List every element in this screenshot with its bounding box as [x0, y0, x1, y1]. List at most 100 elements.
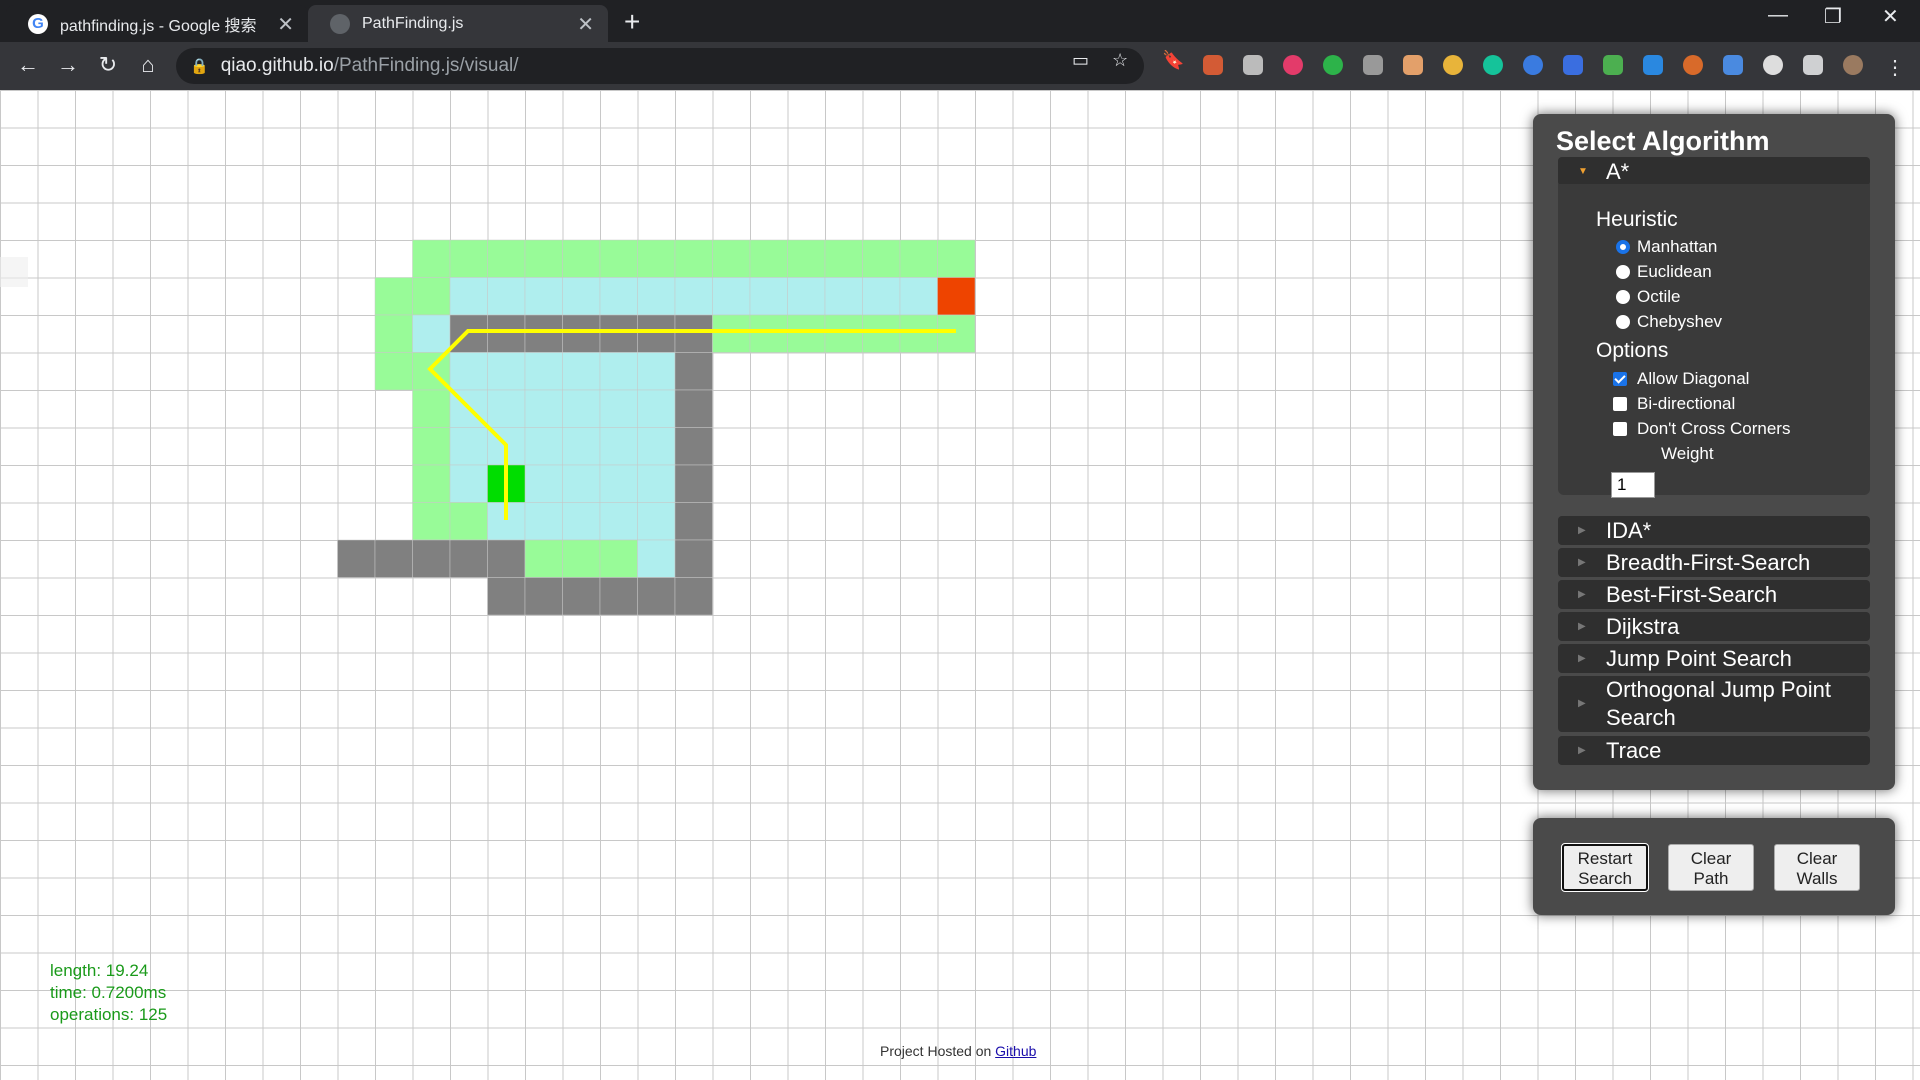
- forward-icon[interactable]: →: [54, 52, 82, 78]
- tab-pathfinding[interactable]: PathFinding.js ✕: [308, 5, 608, 42]
- algorithm-jps-header[interactable]: ▶ Jump Point Search: [1558, 644, 1870, 673]
- lock-icon[interactable]: 🔒: [190, 57, 209, 75]
- button-label: Walls: [1796, 868, 1838, 888]
- algorithm-best-first-header[interactable]: ▶ Best-First-Search: [1558, 580, 1870, 609]
- algorithm-ida-header[interactable]: ▶ IDA*: [1558, 516, 1870, 545]
- radio-icon[interactable]: [1616, 240, 1630, 254]
- radio-icon[interactable]: [1616, 265, 1630, 279]
- avatar[interactable]: [1843, 55, 1863, 75]
- close-tab-icon[interactable]: ✕: [577, 12, 594, 37]
- button-label: Search: [1578, 869, 1632, 888]
- browser-tabstrip: G pathfinding.js - Google 搜索 ✕ PathFindi…: [0, 0, 1920, 42]
- browser-toolbar: ← → ↻ ⌂ 🔒 qiao.github.io/PathFinding.js/…: [0, 42, 1920, 90]
- algorithm-dijkstra-header[interactable]: ▶ Dijkstra: [1558, 612, 1870, 641]
- heuristic-octile[interactable]: Octile: [1616, 287, 1680, 307]
- algorithm-bfs-header[interactable]: ▶ Breadth-First-Search: [1558, 548, 1870, 577]
- close-tab-icon[interactable]: ✕: [277, 12, 294, 37]
- address-bar[interactable]: 🔒 qiao.github.io/PathFinding.js/visual/: [176, 48, 1144, 84]
- restart-search-button[interactable]: Restart Search: [1561, 843, 1649, 892]
- option-label: Euclidean: [1637, 262, 1712, 281]
- footer-text: Project Hosted on: [880, 1043, 996, 1059]
- algorithm-label: Orthogonal Jump Point Search: [1606, 677, 1832, 730]
- extension-icon[interactable]: [1603, 55, 1623, 75]
- option-label: Chebyshev: [1637, 312, 1723, 331]
- back-icon[interactable]: ←: [14, 52, 42, 78]
- grammarly-icon[interactable]: [1483, 55, 1503, 75]
- radio-icon[interactable]: [1616, 290, 1630, 304]
- radio-icon[interactable]: [1616, 315, 1630, 329]
- tab-title: PathFinding.js: [362, 14, 464, 32]
- checkbox-icon[interactable]: [1613, 397, 1627, 411]
- star-icon[interactable]: ☆: [1112, 50, 1128, 71]
- extensions-puzzle-icon[interactable]: [1803, 55, 1823, 75]
- menu-dots-icon[interactable]: ⋮: [1885, 55, 1905, 79]
- triangle-right-icon: ▶: [1578, 745, 1586, 756]
- weight-label: Weight: [1661, 444, 1714, 463]
- mail-icon[interactable]: [1363, 55, 1383, 75]
- triangle-right-icon: ▶: [1578, 525, 1586, 536]
- pocket-icon[interactable]: [1243, 55, 1263, 75]
- algorithm-label: Dijkstra: [1606, 613, 1680, 639]
- option-label: Allow Diagonal: [1637, 369, 1750, 388]
- extension-icon[interactable]: [1563, 55, 1583, 75]
- tab-title: pathfinding.js - Google 搜索: [60, 17, 257, 35]
- bookmark-icon[interactable]: 🔖: [1162, 50, 1184, 71]
- url-host: qiao.github.io: [220, 55, 334, 76]
- weight-input[interactable]: [1611, 472, 1655, 498]
- home-icon[interactable]: ⌂: [134, 52, 162, 78]
- extension-icon[interactable]: [1443, 55, 1463, 75]
- checkbox-icon[interactable]: [1613, 422, 1627, 436]
- github-link[interactable]: Github: [995, 1043, 1036, 1059]
- extension-icon[interactable]: [1283, 55, 1303, 75]
- algorithm-label: A*: [1606, 158, 1630, 184]
- panel-title: Select Algorithm: [1556, 126, 1770, 156]
- extension-icon[interactable]: [1403, 55, 1423, 75]
- close-window-icon[interactable]: ✕: [1882, 4, 1899, 29]
- algorithm-orth-jps-header[interactable]: ▶ Orthogonal Jump Point Search: [1558, 676, 1870, 732]
- extension-icon[interactable]: [1683, 55, 1703, 75]
- reload-icon[interactable]: ↻: [94, 52, 122, 78]
- button-label: Restart: [1577, 849, 1633, 868]
- extension-icon[interactable]: [1643, 55, 1663, 75]
- algorithm-astar-header[interactable]: ▼ A*: [1558, 157, 1870, 186]
- algorithm-label: Breadth-First-Search: [1606, 549, 1811, 575]
- pathfinding-canvas[interactable]: Select Algorithm ▼ A* Heuristic Manhatta…: [0, 90, 1920, 1080]
- search-time: time: 0.7200ms: [50, 983, 167, 1002]
- option-allow-diagonal[interactable]: Allow Diagonal: [1613, 369, 1749, 389]
- option-label: Bi-directional: [1637, 394, 1736, 413]
- algorithm-trace-header[interactable]: ▶ Trace: [1558, 736, 1870, 765]
- minimize-icon[interactable]: —: [1768, 4, 1788, 27]
- heuristic-chebyshev[interactable]: Chebyshev: [1616, 312, 1722, 332]
- extension-icon[interactable]: [1203, 55, 1223, 75]
- triangle-right-icon: ▶: [1578, 698, 1586, 709]
- option-label: Octile: [1637, 287, 1681, 306]
- option-dont-cross-corners[interactable]: Don't Cross Corners: [1613, 419, 1790, 439]
- found-path-line: [427, 329, 956, 520]
- triangle-right-icon: ▶: [1578, 589, 1586, 600]
- heuristic-euclidean[interactable]: Euclidean: [1616, 262, 1712, 282]
- restore-icon[interactable]: ❐: [1824, 4, 1842, 29]
- evernote-icon[interactable]: [1323, 55, 1343, 75]
- checkbox-icon[interactable]: [1613, 372, 1627, 386]
- heuristic-manhattan[interactable]: Manhattan: [1616, 237, 1717, 257]
- extension-icon[interactable]: [1523, 55, 1543, 75]
- extension-icon[interactable]: [1763, 55, 1783, 75]
- cast-icon[interactable]: ▭: [1072, 50, 1089, 71]
- heuristic-label: Heuristic: [1596, 208, 1678, 231]
- option-label: Manhattan: [1637, 237, 1718, 256]
- new-tab-button[interactable]: +: [624, 6, 640, 38]
- tab-google-search[interactable]: G pathfinding.js - Google 搜索 ✕: [6, 5, 308, 42]
- extension-icon[interactable]: [1723, 55, 1743, 75]
- path-length: length: 19.24: [50, 961, 149, 980]
- triangle-down-icon: ▼: [1578, 166, 1588, 177]
- algorithm-label: Trace: [1606, 737, 1662, 763]
- globe-favicon-icon: [330, 13, 350, 34]
- controls-panel: Restart Search Clear Path Clear Walls: [1533, 818, 1895, 915]
- clear-walls-button[interactable]: Clear Walls: [1774, 844, 1860, 891]
- astar-options: Heuristic Manhattan Euclidean Octile Che…: [1558, 184, 1870, 498]
- algorithm-panel: Select Algorithm ▼ A* Heuristic Manhatta…: [1533, 114, 1895, 790]
- clear-path-button[interactable]: Clear Path: [1668, 844, 1754, 891]
- option-bidirectional[interactable]: Bi-directional: [1613, 394, 1735, 414]
- button-label: Clear: [1690, 848, 1732, 868]
- operations-count: operations: 125: [50, 1005, 168, 1024]
